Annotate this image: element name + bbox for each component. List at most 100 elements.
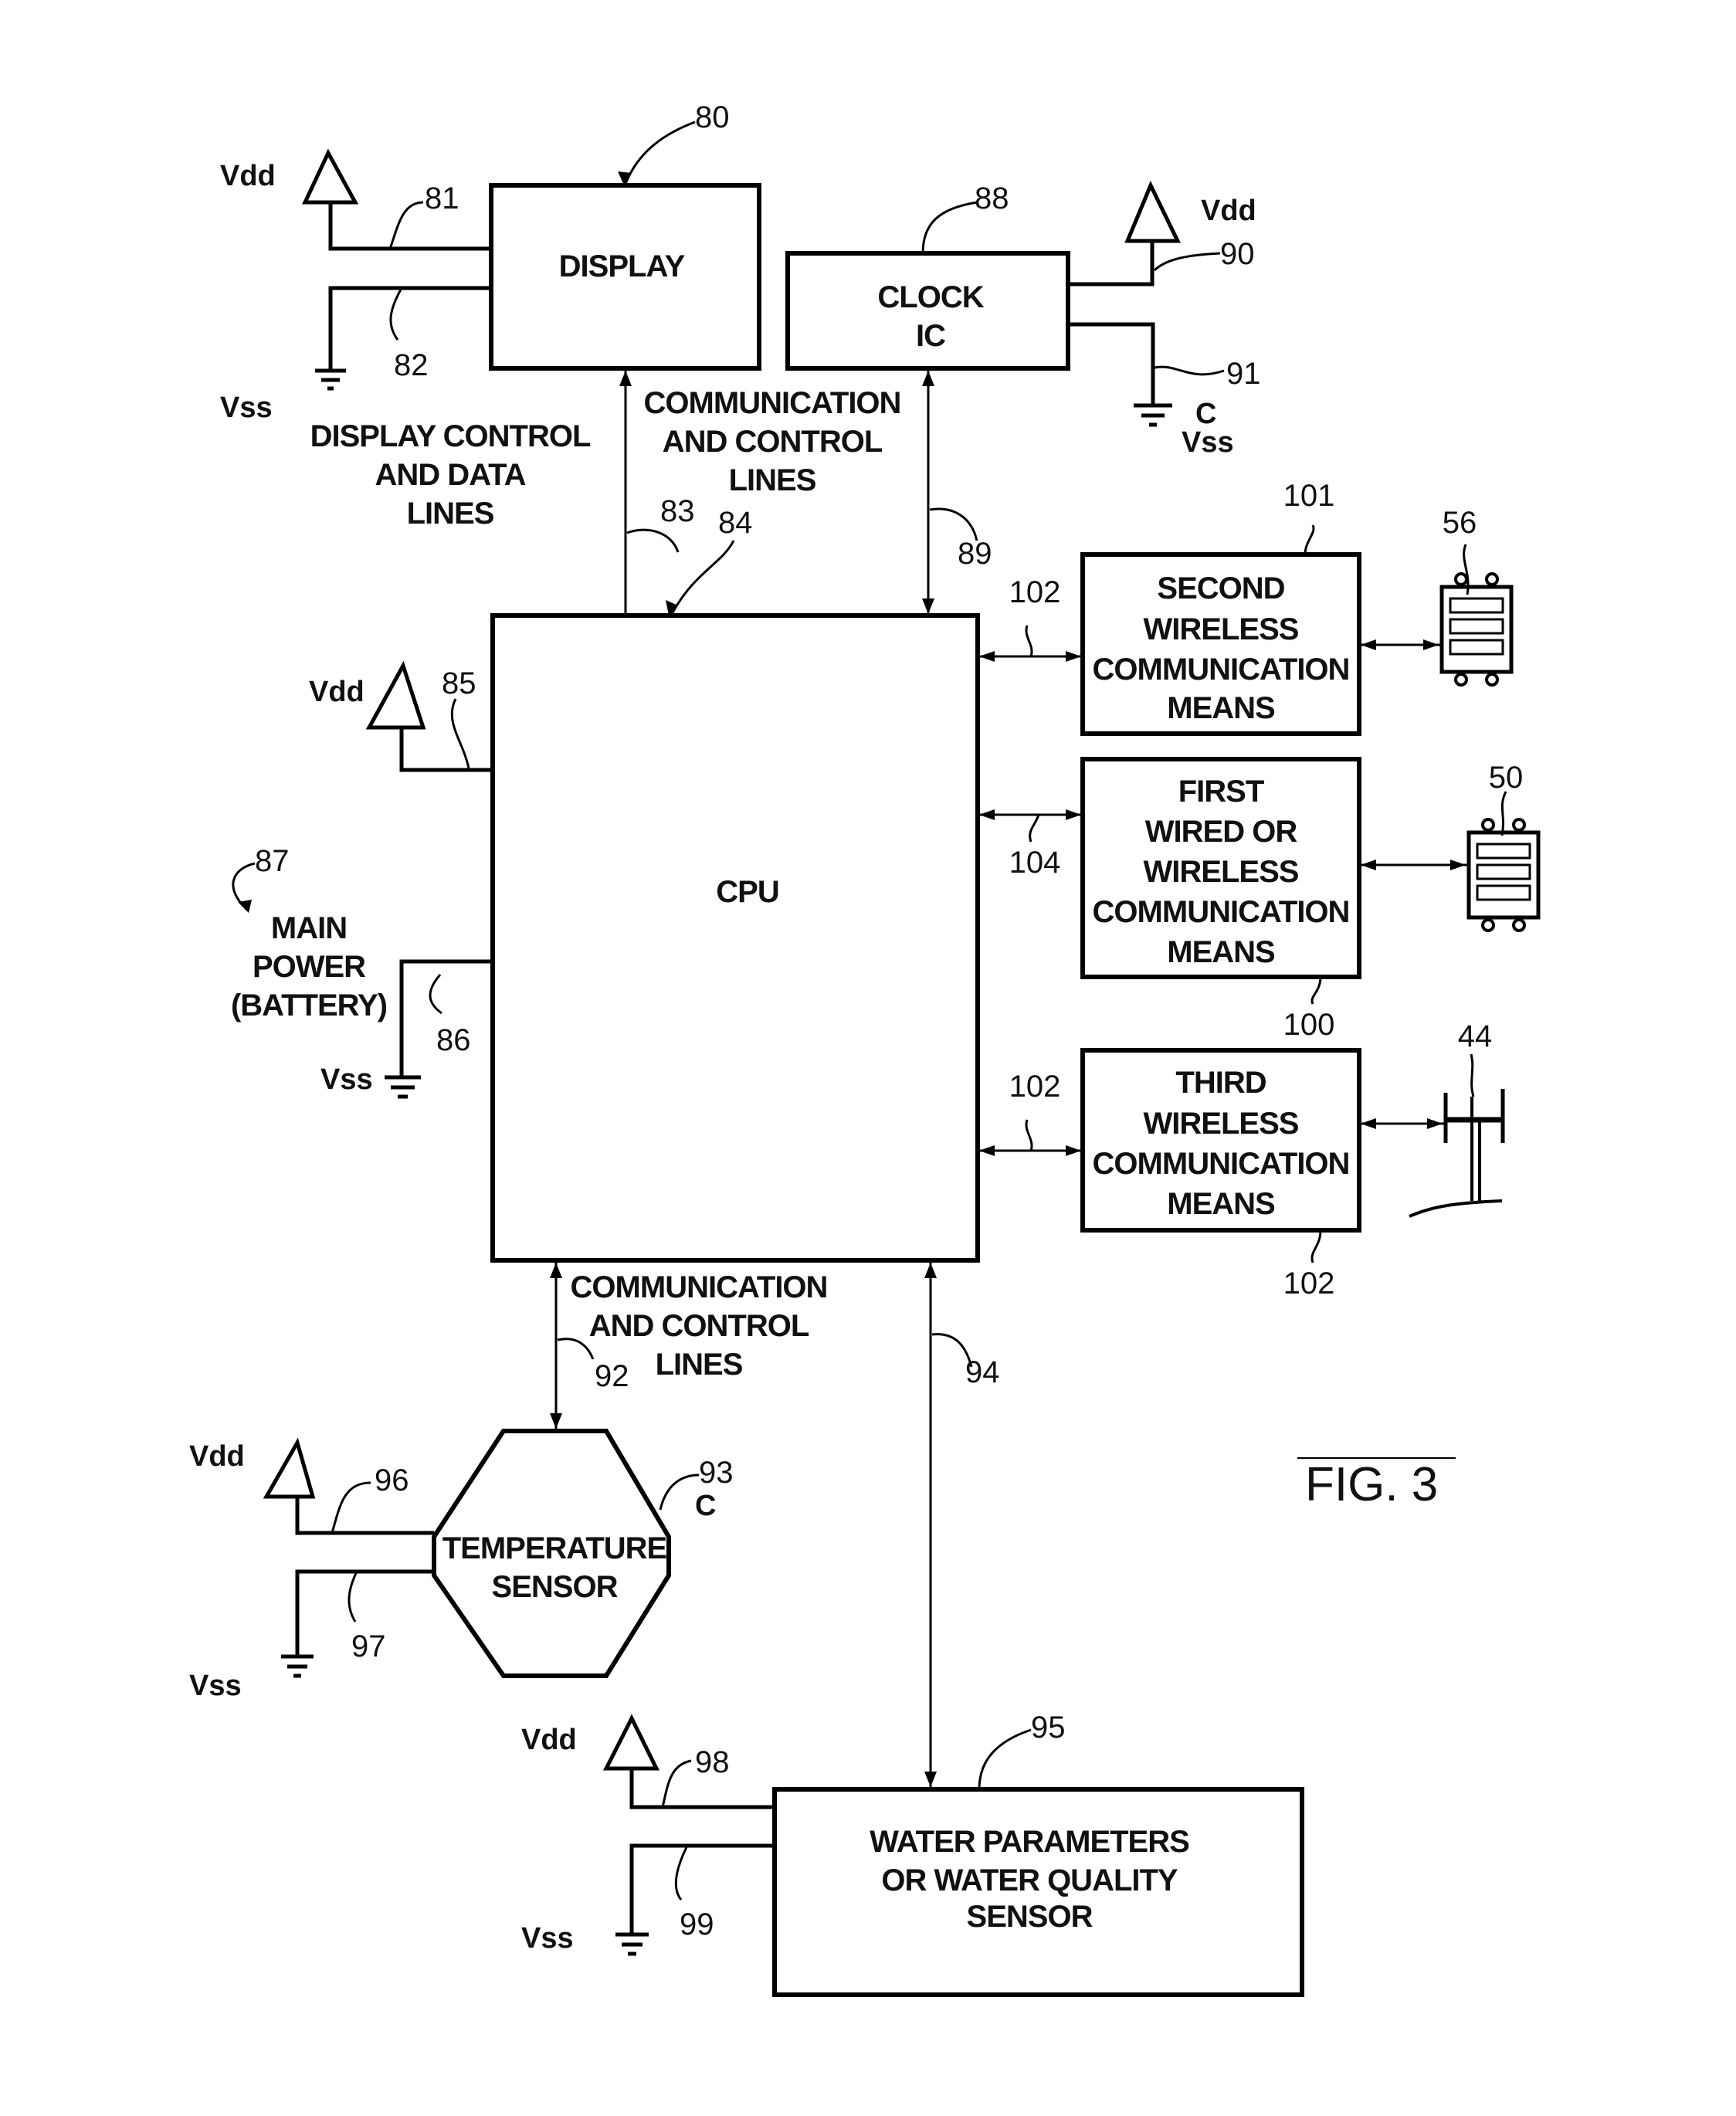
ref-102a: 102 [1009,575,1061,609]
antenna-tower-44-icon [1409,1089,1505,1218]
arrowhead-50-left [1361,860,1376,870]
second-wireless-block: SECOND WIRELESS COMMUNICATION MEANS [1080,552,1361,736]
arrowhead-temp-bus-top [550,1263,562,1278]
leader-82 [389,287,403,341]
figure-label: FIG. 3 [1305,1458,1438,1511]
cpu-box [490,613,980,1263]
vdd-symbol-water [602,1714,775,1809]
leader-92 [557,1338,595,1360]
ref-102c: 102 [1283,1267,1335,1300]
display-block: DISPLAY [489,183,761,371]
second-wireless-label-1: SECOND [1157,571,1284,605]
leader-91 [1154,365,1225,376]
arrowhead-102-left [979,1145,995,1156]
leader-86 [429,974,442,1015]
leader-81 [388,201,424,249]
vss-label-temp: Vss [189,1670,242,1702]
ref-95: 95 [1031,1711,1066,1745]
first-wired-block: FIRST WIRED OR WIRELESS COMMUNICATION ME… [1080,757,1361,979]
first-wired-label-1: FIRST [1178,775,1264,809]
comm-lines-top-label-1: COMMUNICATION [644,386,901,420]
leader-99 [674,1845,689,1901]
water-sensor-block: WATER PARAMETERS OR WATER QUALITY SENSOR [772,1787,1304,1997]
clock-c-note: C [1195,398,1216,430]
first-wired-label-2: WIRED OR [1145,815,1298,849]
vss-symbol-clock [1068,322,1172,427]
clock-label-1: CLOCK [877,280,984,314]
vss-label-water: Vss [521,1922,574,1955]
clock-block: CLOCK IC [785,251,1070,371]
ref-83: 83 [660,494,695,528]
third-wireless-block: THIRD WIRELESS COMMUNICATION MEANS [1080,1048,1361,1233]
leader-80 [624,120,696,185]
comm-lines-bottom-label-3: LINES [656,1348,743,1382]
leader-100 [1310,976,1322,1005]
arrowhead-101-right [1066,651,1081,662]
ref-89: 89 [958,537,992,571]
water-sensor-label-1: WATER PARAMETERS [870,1825,1189,1859]
ref-94: 94 [965,1355,1000,1389]
block-diagram: DISPLAY 80 Vdd 81 82 Vss DISPLAY CONTROL… [189,100,1541,1997]
display-lines-label-2: AND DATA [375,458,526,492]
arrowhead-56-right [1423,639,1439,650]
ref-56: 56 [1443,506,1477,540]
comm-lines-top-label-2: AND CONTROL [663,425,883,459]
first-wired-label-3: WIRELESS [1144,855,1299,889]
ref-50: 50 [1489,761,1524,795]
vss-label-cpu: Vss [320,1063,373,1096]
ref-82: 82 [394,348,429,382]
arrowhead-water-bus-top [924,1263,937,1278]
ref-88: 88 [975,181,1009,215]
leader-88 [921,201,978,254]
ref-97: 97 [351,1629,386,1663]
leader-96 [331,1481,371,1534]
vdd-label-display: Vdd [220,160,276,192]
leader-90 [1153,252,1221,272]
arrowhead-50-right [1450,860,1466,870]
device-56-icon [1439,572,1514,687]
second-wireless-label-4: MEANS [1167,691,1275,725]
leader-83 [626,528,680,553]
cpu-label: CPU [716,875,778,909]
vss-label-display: Vss [220,392,273,424]
leader-98 [661,1759,692,1808]
arrowhead-water-bus-bottom [924,1772,937,1787]
water-sensor-label-2: OR WATER QUALITY [881,1863,1178,1897]
arrowhead-clock-bus-top [922,371,934,386]
arrowhead-87 [238,900,252,913]
vdd-label-clock: Vdd [1201,195,1256,227]
temperature-sensor-block: TEMPERATURE SENSOR [432,1429,671,1678]
arrowhead-100-left [979,809,995,820]
display-lines-label-1: DISPLAY CONTROL [310,419,591,453]
arrowhead-56-left [1361,639,1376,650]
third-wireless-label-1: THIRD [1175,1066,1266,1100]
ref-90: 90 [1220,237,1255,271]
leader-89 [929,507,978,541]
ref-101: 101 [1283,479,1335,513]
ref-84: 84 [718,506,753,540]
arrowhead-44-left [1361,1118,1376,1129]
comm-lines-bottom-label-2: AND CONTROL [589,1309,809,1343]
first-wired-label-4: COMMUNICATION [1093,895,1350,929]
ref-91: 91 [1226,357,1261,391]
clock-label-2: IC [916,319,945,353]
vdd-symbol-clock [1068,180,1181,287]
leader-95 [978,1728,1032,1790]
third-wireless-label-4: MEANS [1167,1187,1275,1221]
vdd-label-water: Vdd [521,1724,577,1756]
third-wireless-label-3: COMMUNICATION [1093,1147,1350,1181]
ref-96: 96 [375,1463,409,1497]
vdd-symbol-display [302,148,491,251]
cpu-block: CPU [490,613,980,1263]
comm-lines-top-label-3: LINES [729,463,816,497]
ref-44: 44 [1458,1019,1493,1053]
vss-label-clock: Vss [1182,426,1234,459]
display-lines-label-3: LINES [407,497,494,531]
leader-84 [670,540,735,615]
leader-102a [1025,625,1033,657]
leader-102c [1310,1229,1322,1263]
ref-92: 92 [595,1359,629,1393]
leader-97 [348,1571,358,1623]
leader-44 [1470,1053,1475,1097]
arrowhead-temp-bus-bottom [550,1413,562,1429]
